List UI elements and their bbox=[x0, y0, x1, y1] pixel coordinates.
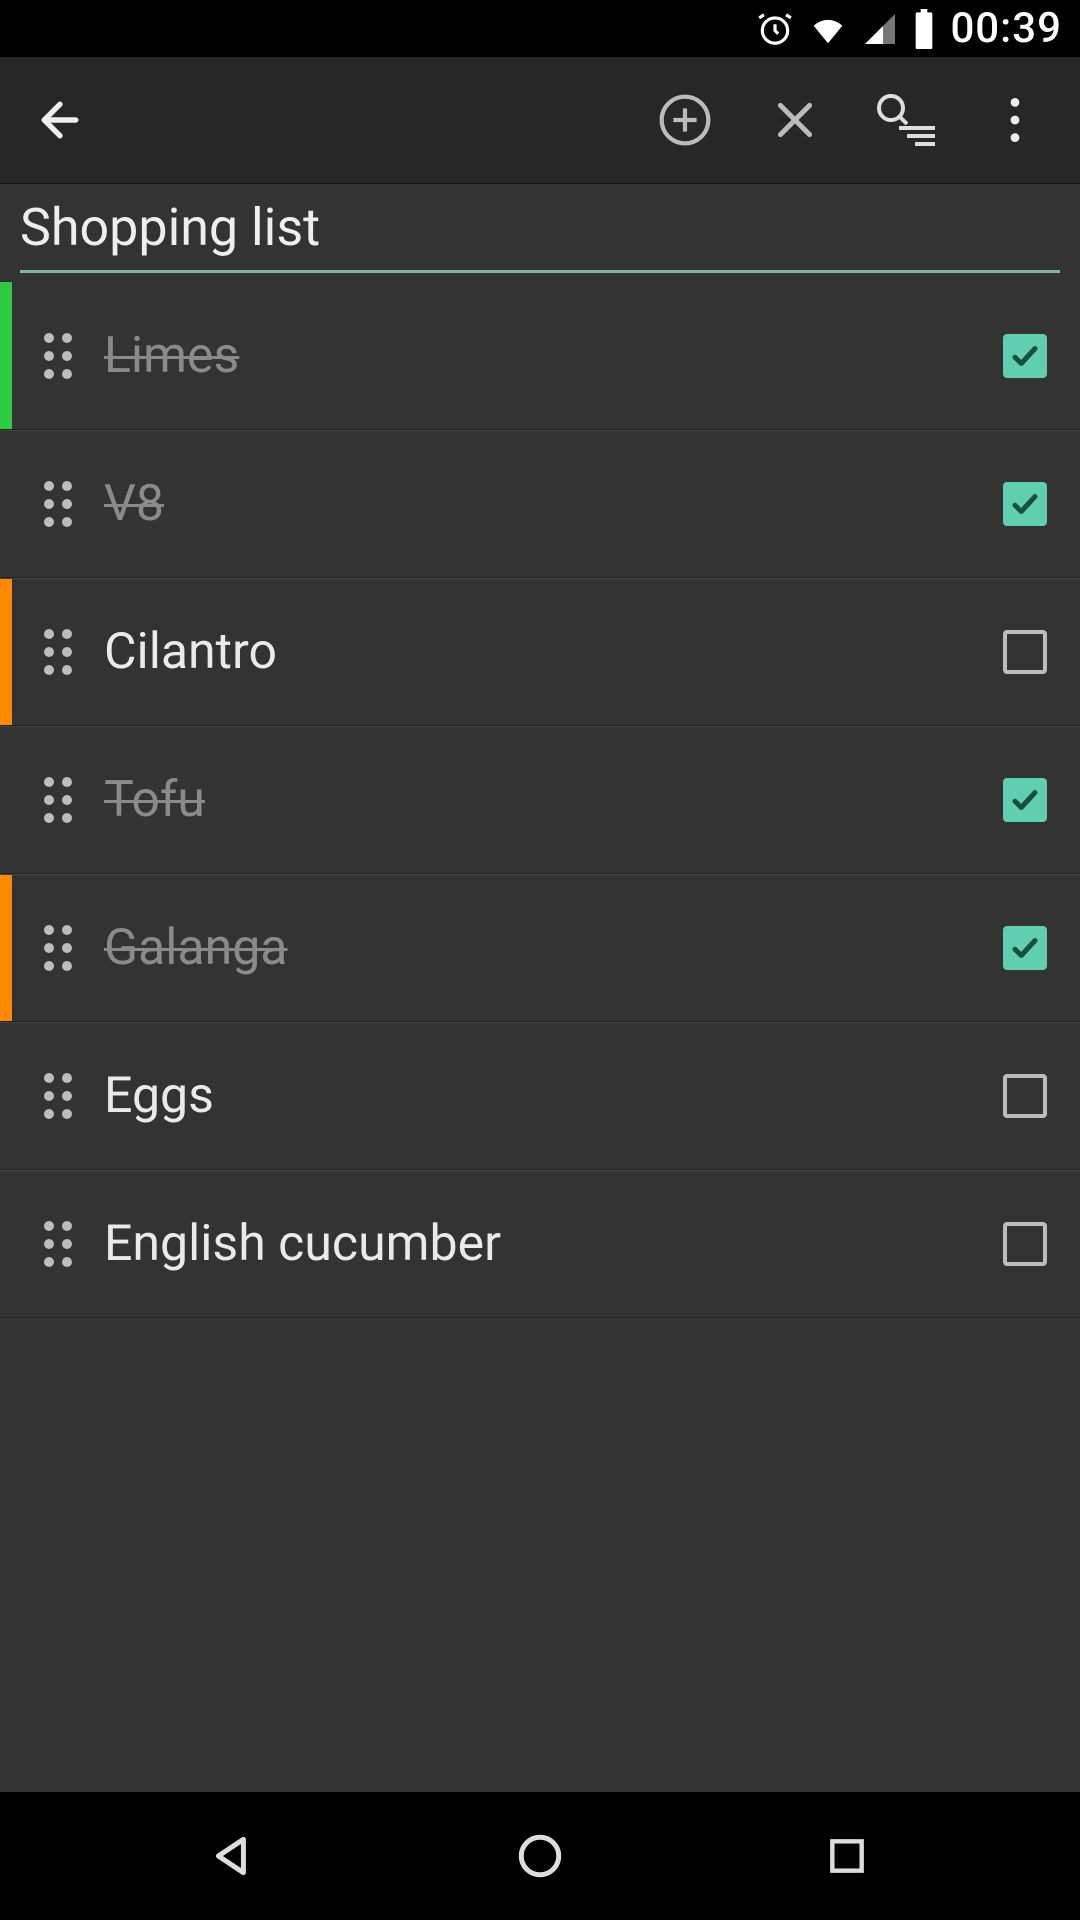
category-stripe bbox=[0, 1171, 12, 1317]
nav-home-icon bbox=[515, 1831, 565, 1881]
overflow-menu-button[interactable] bbox=[960, 70, 1070, 170]
drag-handle[interactable] bbox=[18, 333, 98, 379]
clear-button[interactable] bbox=[740, 70, 850, 170]
item-checkbox[interactable] bbox=[990, 1220, 1060, 1268]
checkbox-checked-icon bbox=[1003, 778, 1047, 822]
category-stripe bbox=[0, 431, 12, 577]
drag-handle[interactable] bbox=[18, 777, 98, 823]
nav-bar bbox=[0, 1792, 1080, 1920]
checkbox-checked-icon bbox=[1003, 334, 1047, 378]
list-item[interactable]: V8 bbox=[0, 430, 1080, 578]
search-list-icon bbox=[871, 91, 939, 149]
list-item[interactable]: Limes bbox=[0, 282, 1080, 430]
drag-handle-icon bbox=[44, 1073, 72, 1119]
checkbox-checked-icon bbox=[1003, 482, 1047, 526]
item-label: Limes bbox=[98, 327, 990, 385]
drag-handle[interactable] bbox=[18, 481, 98, 527]
status-bar: 00:39 bbox=[0, 0, 1080, 57]
nav-recent-icon bbox=[825, 1834, 869, 1878]
category-stripe bbox=[0, 282, 12, 429]
more-vert-icon bbox=[1010, 98, 1020, 142]
checkbox-unchecked-icon bbox=[1003, 1074, 1047, 1118]
arrow-left-icon bbox=[33, 93, 87, 147]
item-checkbox[interactable] bbox=[990, 480, 1060, 528]
item-checkbox[interactable] bbox=[990, 332, 1060, 380]
item-label: English cucumber bbox=[98, 1215, 990, 1273]
shopping-list[interactable]: Limes V8 Cilantro Tofu Galanga Eggs English cu… bbox=[0, 282, 1080, 1792]
drag-handle[interactable] bbox=[18, 925, 98, 971]
wifi-icon bbox=[808, 10, 848, 48]
item-label: V8 bbox=[98, 475, 990, 533]
item-checkbox[interactable] bbox=[990, 924, 1060, 972]
alarm-icon bbox=[756, 10, 794, 48]
title-underline bbox=[20, 270, 1060, 273]
category-stripe bbox=[0, 579, 12, 725]
checkbox-unchecked-icon bbox=[1003, 630, 1047, 674]
drag-handle[interactable] bbox=[18, 629, 98, 675]
drag-handle[interactable] bbox=[18, 1073, 98, 1119]
item-label: Galanga bbox=[98, 919, 990, 977]
nav-back-icon bbox=[208, 1831, 258, 1881]
list-item[interactable]: Cilantro bbox=[0, 578, 1080, 726]
add-button[interactable] bbox=[630, 70, 740, 170]
drag-handle-icon bbox=[44, 481, 72, 527]
drag-handle-icon bbox=[44, 925, 72, 971]
item-label: Eggs bbox=[98, 1067, 990, 1125]
drag-handle-icon bbox=[44, 777, 72, 823]
item-checkbox[interactable] bbox=[990, 776, 1060, 824]
item-label: Cilantro bbox=[98, 623, 990, 681]
close-icon bbox=[770, 95, 820, 145]
cell-signal-icon bbox=[862, 11, 898, 47]
plus-circle-icon bbox=[657, 92, 713, 148]
item-checkbox[interactable] bbox=[990, 1072, 1060, 1120]
action-bar bbox=[0, 57, 1080, 184]
list-item[interactable]: English cucumber bbox=[0, 1170, 1080, 1318]
status-clock: 00:39 bbox=[950, 4, 1062, 53]
search-button[interactable] bbox=[850, 70, 960, 170]
category-stripe bbox=[0, 875, 12, 1021]
screen: 00:39 Shopping list Limes V8 Cilantro Tofu G… bbox=[0, 0, 1080, 1920]
category-stripe bbox=[0, 1023, 12, 1169]
list-item[interactable]: Galanga bbox=[0, 874, 1080, 1022]
item-checkbox[interactable] bbox=[990, 628, 1060, 676]
category-stripe bbox=[0, 727, 12, 873]
list-item[interactable]: Eggs bbox=[0, 1022, 1080, 1170]
checkbox-checked-icon bbox=[1003, 926, 1047, 970]
drag-handle-icon bbox=[44, 629, 72, 675]
battery-icon bbox=[912, 9, 936, 49]
checkbox-unchecked-icon bbox=[1003, 1222, 1047, 1266]
drag-handle-icon bbox=[44, 333, 72, 379]
list-title-field[interactable]: Shopping list bbox=[0, 184, 1080, 282]
list-item[interactable]: Tofu bbox=[0, 726, 1080, 874]
nav-back-button[interactable] bbox=[173, 1816, 293, 1896]
drag-handle[interactable] bbox=[18, 1221, 98, 1267]
drag-handle-icon bbox=[44, 1221, 72, 1267]
nav-recent-button[interactable] bbox=[787, 1816, 907, 1896]
item-label: Tofu bbox=[98, 771, 990, 829]
back-button[interactable] bbox=[10, 70, 110, 170]
nav-home-button[interactable] bbox=[480, 1816, 600, 1896]
list-title-text: Shopping list bbox=[20, 197, 1060, 258]
